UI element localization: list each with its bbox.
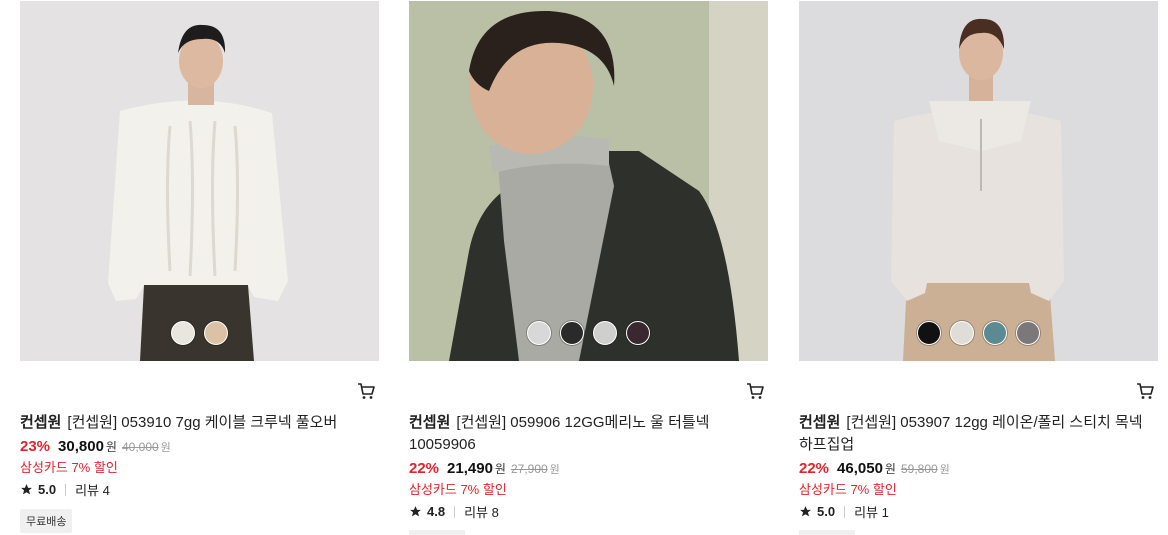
review-count[interactable]: 리뷰 8: [464, 502, 499, 521]
color-swatch[interactable]: [560, 321, 584, 345]
sale-price: 30,800: [58, 438, 104, 455]
rating-value: 5.0: [38, 482, 57, 497]
card-discount-promo: 삼성카드 7% 할인: [20, 460, 118, 475]
sale-price: 21,490: [447, 460, 493, 477]
product-photo: [409, 1, 768, 361]
product-card[interactable]: 컨셉원 [컨셉원] 053910 7gg 케이블 크루넥 풀오버 23% 30,8…: [20, 0, 380, 535]
product-name: [컨셉원] 053907 12gg 레이온/폴리 스티치 목넥 하프집업: [799, 414, 1143, 453]
discount-rate: 22%: [409, 460, 440, 477]
color-swatch[interactable]: [1016, 321, 1040, 345]
original-currency: 원: [939, 464, 950, 476]
color-swatches: [409, 321, 768, 345]
product-photo: [799, 1, 1158, 361]
color-swatch[interactable]: [626, 321, 650, 345]
badge-partial: [799, 530, 855, 535]
color-swatches: [20, 321, 379, 345]
product-title[interactable]: 컨셉원 [컨셉원] 053910 7gg 케이블 크루넥 풀오버: [20, 412, 375, 434]
card-discount-promo: 삼성카드 7% 할인: [409, 482, 507, 497]
star-icon: [410, 506, 421, 517]
currency-unit: 원: [105, 440, 117, 454]
original-currency: 원: [549, 464, 560, 476]
original-currency: 원: [160, 442, 171, 454]
cart-icon[interactable]: [357, 382, 375, 400]
cart-icon[interactable]: [1136, 382, 1154, 400]
star-icon: [800, 506, 811, 517]
product-image[interactable]: [409, 1, 768, 361]
price-row: 22% 46,050 원 59,800 원: [799, 460, 950, 477]
discount-rate: 23%: [20, 438, 51, 455]
product-photo: [20, 1, 379, 361]
star-icon: [21, 484, 32, 495]
divider: [65, 483, 67, 496]
price-row: 22% 21,490 원 27,900 원: [409, 460, 560, 477]
review-count[interactable]: 리뷰 1: [854, 502, 889, 521]
divider: [454, 505, 456, 518]
color-swatch[interactable]: [171, 321, 195, 345]
product-card[interactable]: 컨셉원 [컨셉원] 059906 12GG메리노 울 터틀넥 10059906 2…: [409, 0, 769, 535]
color-swatch[interactable]: [983, 321, 1007, 345]
original-price: 27,900: [510, 462, 548, 476]
rating-value: 5.0: [817, 504, 836, 519]
sale-price: 46,050: [837, 460, 883, 477]
product-image[interactable]: [799, 1, 1158, 361]
color-swatch[interactable]: [204, 321, 228, 345]
color-swatch[interactable]: [593, 321, 617, 345]
brand-name: 컨셉원: [409, 414, 451, 431]
original-price: 59,800: [900, 462, 938, 476]
product-name: [컨셉원] 059906 12GG메리노 울 터틀넥 10059906: [409, 414, 710, 453]
rating-row: 4.8 리뷰 8: [409, 502, 499, 521]
discount-rate: 22%: [799, 460, 830, 477]
rating-row: 5.0 리뷰 4: [20, 480, 110, 499]
color-swatch[interactable]: [950, 321, 974, 345]
badge-partial: [409, 530, 465, 535]
color-swatches: [799, 321, 1158, 345]
review-count[interactable]: 리뷰 4: [75, 480, 110, 499]
rating-row: 5.0 리뷰 1: [799, 502, 889, 521]
price-row: 23% 30,800 원 40,000 원: [20, 438, 171, 455]
product-image[interactable]: [20, 1, 379, 361]
product-name: [컨셉원] 053910 7gg 케이블 크루넥 풀오버: [67, 414, 338, 431]
color-swatch[interactable]: [527, 321, 551, 345]
currency-unit: 원: [494, 462, 506, 476]
product-card[interactable]: 컨셉원 [컨셉원] 053907 12gg 레이온/폴리 스티치 목넥 하프집업 …: [799, 0, 1159, 535]
card-discount-promo: 삼성카드 7% 할인: [799, 482, 897, 497]
original-price: 40,000: [121, 440, 159, 454]
brand-name: 컨셉원: [799, 414, 841, 431]
rating-value: 4.8: [427, 504, 446, 519]
cart-icon[interactable]: [746, 382, 764, 400]
divider: [844, 505, 846, 518]
product-title[interactable]: 컨셉원 [컨셉원] 059906 12GG메리노 울 터틀넥 10059906: [409, 412, 764, 456]
color-swatch[interactable]: [917, 321, 941, 345]
currency-unit: 원: [884, 462, 896, 476]
free-shipping-badge: 무료배송: [20, 509, 73, 533]
brand-name: 컨셉원: [20, 414, 62, 431]
product-title[interactable]: 컨셉원 [컨셉원] 053907 12gg 레이온/폴리 스티치 목넥 하프집업: [799, 412, 1154, 456]
